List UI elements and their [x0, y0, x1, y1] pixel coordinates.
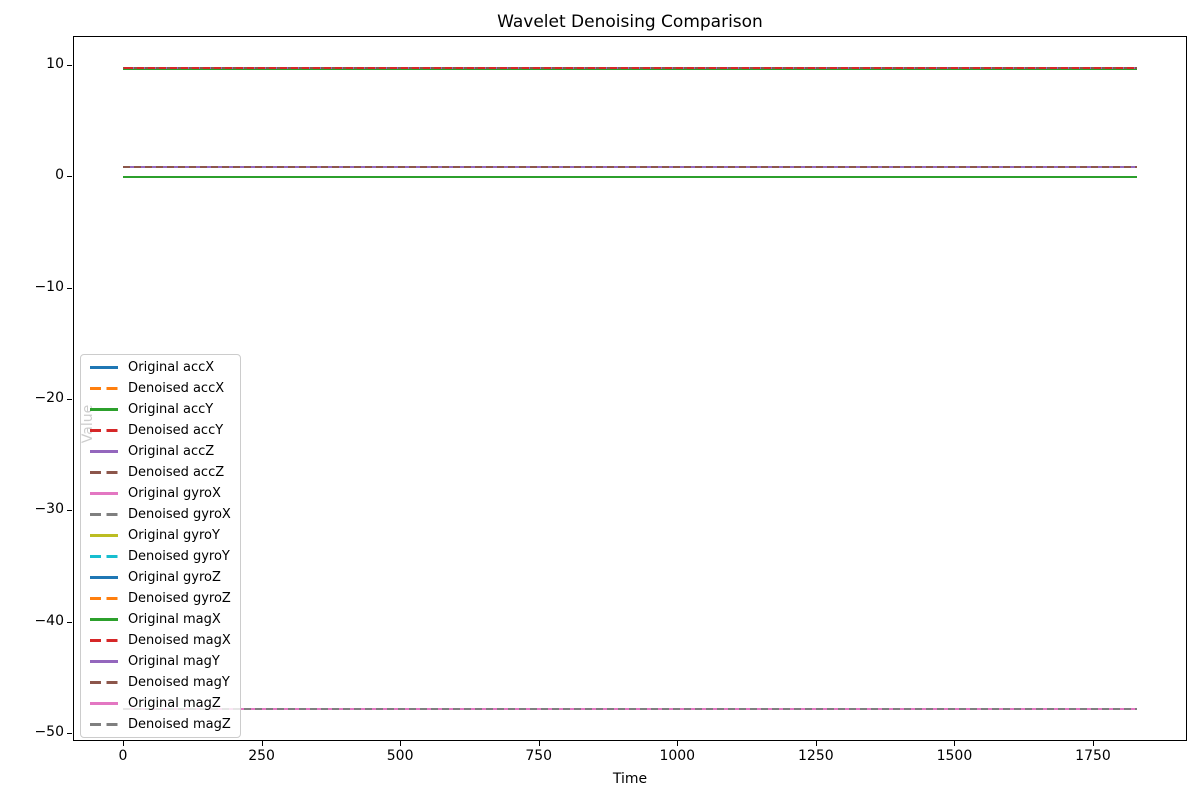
- x-tick-label: 250: [222, 748, 302, 765]
- legend-item: Original magZ: [81, 693, 240, 714]
- legend-item: Original magY: [81, 651, 240, 672]
- y-tick-label: −10: [14, 279, 64, 296]
- legend-item: Original accZ: [81, 441, 240, 462]
- legend-solid-line-swatch: [90, 618, 118, 621]
- x-tick-mark: [539, 741, 540, 746]
- legend-item: Denoised gyroY: [81, 546, 240, 567]
- legend-item: Original accX: [81, 357, 240, 378]
- x-tick-label: 500: [360, 748, 440, 765]
- y-tick-label: −20: [14, 390, 64, 407]
- legend-label: Denoised magY: [128, 675, 230, 690]
- legend-dashed-line-swatch: [90, 723, 118, 726]
- legend-item: Original gyroX: [81, 483, 240, 504]
- legend-item: Denoised magX: [81, 630, 240, 651]
- legend-dashed-line-swatch: [90, 387, 118, 390]
- legend-solid-line-swatch: [90, 702, 118, 705]
- legend: Original accX Denoised accX Original accY D…: [80, 354, 241, 738]
- legend-item: Denoised gyroZ: [81, 588, 240, 609]
- legend-dashed-line-swatch: [90, 597, 118, 600]
- chart-title: Wavelet Denoising Comparison: [73, 11, 1187, 33]
- legend-solid-line-swatch: [90, 492, 118, 495]
- legend-solid-line-swatch: [90, 534, 118, 537]
- legend-label: Denoised accY: [128, 423, 223, 438]
- legend-dashed-line-swatch: [90, 681, 118, 684]
- legend-label: Original gyroZ: [128, 570, 221, 585]
- legend-item: Original gyroZ: [81, 567, 240, 588]
- legend-solid-line-swatch: [90, 660, 118, 663]
- legend-label: Denoised gyroZ: [128, 591, 231, 606]
- y-tick-mark: [67, 733, 72, 734]
- x-tick-mark: [677, 741, 678, 746]
- legend-item: Denoised magY: [81, 672, 240, 693]
- legend-dashed-line-swatch: [90, 513, 118, 516]
- x-tick-label: 1500: [914, 748, 994, 765]
- legend-solid-line-swatch: [90, 366, 118, 369]
- legend-label: Denoised accX: [128, 381, 224, 396]
- legend-label: Original accZ: [128, 444, 214, 459]
- legend-label: Original magY: [128, 654, 220, 669]
- legend-label: Denoised magZ: [128, 717, 231, 732]
- legend-item: Denoised accZ: [81, 462, 240, 483]
- x-tick-mark: [400, 741, 401, 746]
- plot-area: 02505007501000125015001750100−10−20−30−4…: [73, 36, 1187, 741]
- line-original-magx: [123, 176, 1137, 178]
- line-denoised-magz: [123, 708, 1137, 710]
- legend-dashed-line-swatch: [90, 555, 118, 558]
- legend-solid-line-swatch: [90, 576, 118, 579]
- legend-item: Denoised gyroX: [81, 504, 240, 525]
- y-tick-mark: [67, 622, 72, 623]
- legend-solid-line-swatch: [90, 408, 118, 411]
- line-denoised-magy: [123, 166, 1137, 168]
- x-tick-label: 1750: [1053, 748, 1133, 765]
- y-tick-label: 0: [14, 167, 64, 184]
- y-tick-label: 10: [14, 56, 64, 73]
- legend-dashed-line-swatch: [90, 429, 118, 432]
- legend-item: Original gyroY: [81, 525, 240, 546]
- matplotlib-figure: Wavelet Denoising Comparison 02505007501…: [0, 0, 1200, 800]
- legend-label: Denoised accZ: [128, 465, 224, 480]
- x-tick-mark: [123, 741, 124, 746]
- legend-dashed-line-swatch: [90, 471, 118, 474]
- legend-label: Denoised gyroY: [128, 549, 230, 564]
- legend-item: Original magX: [81, 609, 240, 630]
- x-tick-label: 1250: [776, 748, 856, 765]
- legend-item: Denoised accX: [81, 378, 240, 399]
- x-tick-mark: [262, 741, 263, 746]
- legend-label: Denoised gyroX: [128, 507, 231, 522]
- y-tick-mark: [67, 510, 72, 511]
- legend-item: Original accY: [81, 399, 240, 420]
- x-tick-mark: [1093, 741, 1094, 746]
- legend-label: Original accX: [128, 360, 214, 375]
- y-tick-mark: [67, 288, 72, 289]
- line-denoised-magx: [123, 67, 1137, 69]
- legend-label: Denoised magX: [128, 633, 231, 648]
- y-tick-label: −40: [14, 613, 64, 630]
- legend-label: Original gyroX: [128, 486, 221, 501]
- x-tick-label: 0: [83, 748, 163, 765]
- y-tick-mark: [67, 399, 72, 400]
- legend-label: Original gyroY: [128, 528, 220, 543]
- legend-label: Original accY: [128, 402, 213, 417]
- y-tick-label: −30: [14, 501, 64, 518]
- y-tick-mark: [67, 176, 72, 177]
- x-tick-label: 750: [499, 748, 579, 765]
- x-tick-mark: [816, 741, 817, 746]
- y-tick-mark: [67, 65, 72, 66]
- legend-label: Original magZ: [128, 696, 221, 711]
- y-tick-label: −50: [14, 724, 64, 741]
- x-tick-label: 1000: [637, 748, 717, 765]
- legend-solid-line-swatch: [90, 450, 118, 453]
- legend-item: Denoised magZ: [81, 714, 240, 735]
- legend-dashed-line-swatch: [90, 639, 118, 642]
- x-tick-mark: [954, 741, 955, 746]
- x-axis-label: Time: [73, 771, 1187, 787]
- legend-item: Denoised accY: [81, 420, 240, 441]
- legend-label: Original magX: [128, 612, 221, 627]
